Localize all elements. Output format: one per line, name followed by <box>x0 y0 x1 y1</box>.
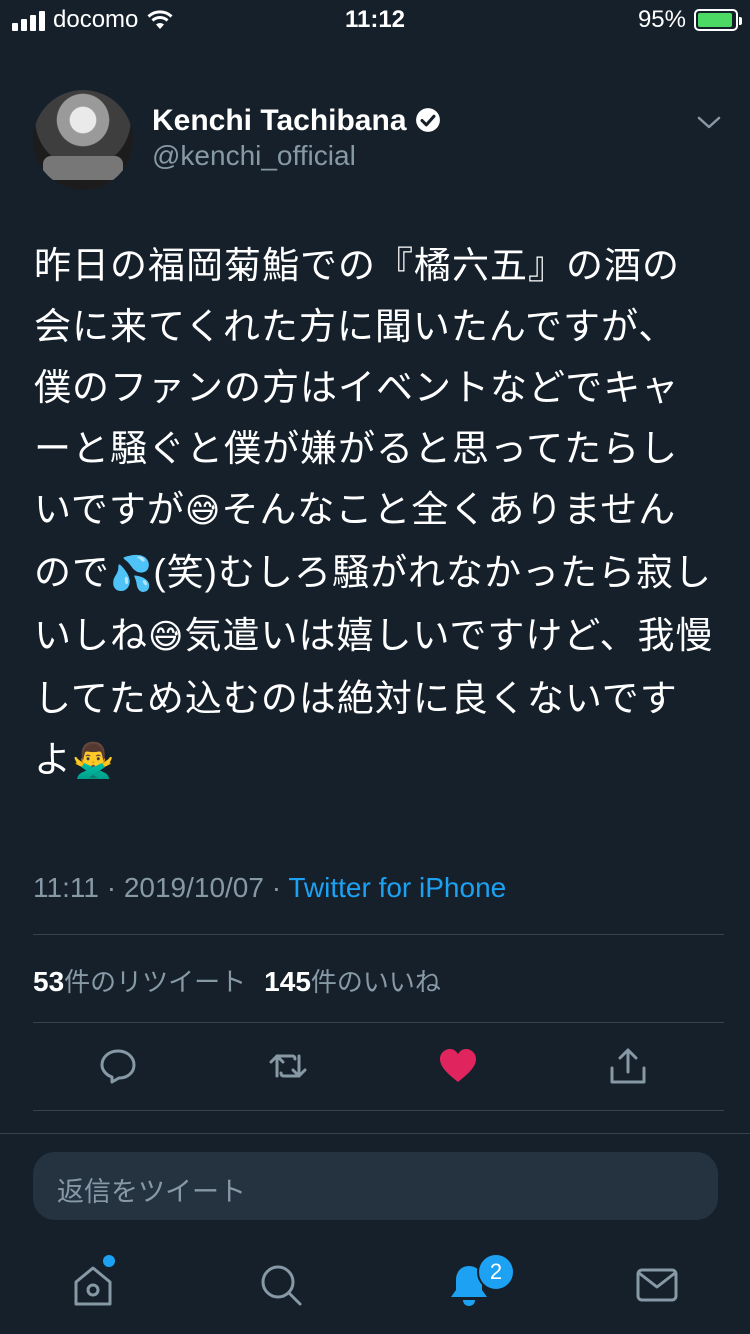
like-label: 件のいいね <box>310 967 441 997</box>
meta-separator: · <box>106 872 117 903</box>
engagement-counts: 53件のリツイート 145件のいいね <box>33 962 441 999</box>
display-name-text: Kenchi Tachibana <box>152 104 407 137</box>
sweat-droplets-emoji: 💦 <box>110 555 154 593</box>
reply-icon[interactable] <box>98 1046 138 1086</box>
author-handle[interactable]: @kenchi_official <box>152 140 356 172</box>
battery-icon <box>694 9 742 31</box>
tweet-meta: 11:11 · 2019/10/07 · Twitter for iPhone <box>33 872 506 904</box>
tweet-text: 昨日の福岡菊鮨での『橘六五』の酒の会に来てくれた方に聞いたんですが、僕のファンの… <box>34 235 714 792</box>
man-gesturing-no-emoji: 🙅‍♂️ <box>72 742 116 780</box>
tweet-date: 2019/10/07 <box>123 872 264 903</box>
sweat-smile-emoji: 😅 <box>148 618 185 656</box>
avatar[interactable] <box>33 90 133 190</box>
divider <box>33 1110 724 1111</box>
like-count: 145 <box>264 966 311 997</box>
new-content-dot <box>103 1255 115 1267</box>
retweet-count: 53 <box>33 966 65 997</box>
battery-percent: 95% <box>637 6 686 33</box>
sweat-smile-emoji: 😅 <box>184 492 222 530</box>
like-count-link[interactable]: 145件のいいね <box>264 966 441 997</box>
reply-input[interactable]: 返信をツイート <box>33 1152 718 1220</box>
tweet-text-part: 昨日の福岡菊鮨での『橘六五』の酒の会に来てくれた方に聞いたんですが、僕のファンの… <box>34 245 680 530</box>
reply-placeholder: 返信をツイート <box>57 1177 246 1207</box>
status-right: 95% <box>637 6 742 34</box>
tweet-time: 11:11 <box>33 872 99 903</box>
divider <box>0 1133 750 1134</box>
like-heart-icon[interactable] <box>438 1046 478 1086</box>
chevron-down-icon[interactable] <box>696 112 722 132</box>
notification-badge: 2 <box>477 1253 515 1291</box>
divider <box>33 934 724 935</box>
divider <box>33 1022 724 1023</box>
meta-separator: · <box>271 872 282 903</box>
tweet-source-link[interactable]: Twitter for iPhone <box>288 872 506 903</box>
author-name[interactable]: Kenchi Tachibana <box>152 104 441 138</box>
retweet-label: 件のリツイート <box>64 967 247 997</box>
verified-badge-icon <box>415 108 440 132</box>
messages-envelope-icon[interactable] <box>634 1262 680 1308</box>
share-icon[interactable] <box>608 1046 648 1086</box>
home-icon[interactable] <box>70 1262 116 1308</box>
search-icon[interactable] <box>258 1262 304 1308</box>
retweet-icon[interactable] <box>268 1046 308 1086</box>
status-bar: docomo 11:12 95% <box>0 0 750 40</box>
retweet-count-link[interactable]: 53件のリツイート <box>33 966 247 997</box>
battery-level <box>698 13 733 27</box>
